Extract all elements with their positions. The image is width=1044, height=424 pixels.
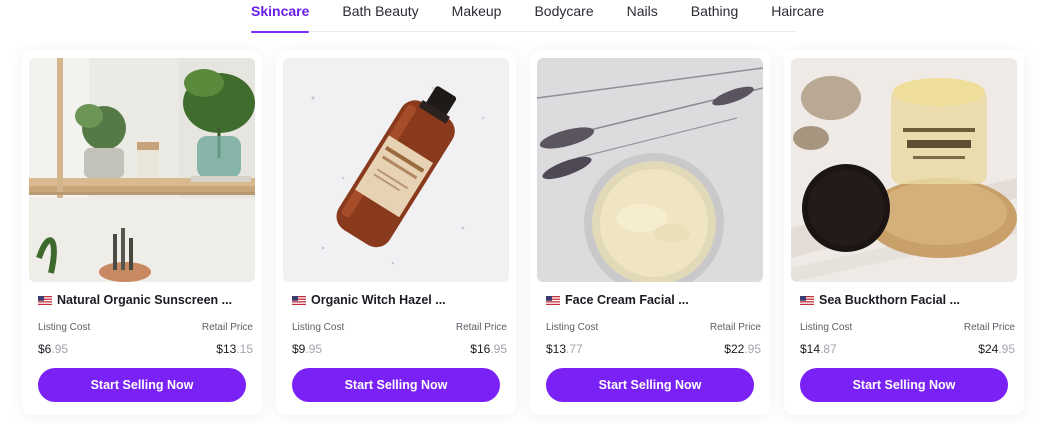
tab-skincare[interactable]: Skincare <box>251 0 310 33</box>
retail-price-dollars: $22 <box>724 342 745 356</box>
amber-bottle-witch-hazel-image <box>283 58 509 282</box>
retail-price-cents: .15 <box>236 342 253 356</box>
product-title-row: Natural Organic Sunscreen ... <box>38 293 252 307</box>
product-title-row: Face Cream Facial ... <box>546 293 760 307</box>
listing-cost-dollars: $13 <box>546 342 567 356</box>
listing-cost-dollars: $9 <box>292 342 306 356</box>
tab-haircare[interactable]: Haircare <box>771 0 824 32</box>
price-values: $14.87 $24.95 <box>800 342 1015 356</box>
listing-cost-value: $14.87 <box>800 342 837 356</box>
product-image[interactable] <box>537 58 763 282</box>
retail-price-dollars: $24 <box>978 342 999 356</box>
tab-makeup[interactable]: Makeup <box>452 0 502 32</box>
listing-cost-label: Listing Cost <box>546 322 599 333</box>
product-title-row: Organic Witch Hazel ... <box>292 293 506 307</box>
product-image[interactable] <box>29 58 255 282</box>
product-image[interactable] <box>283 58 509 282</box>
price-values: $9.95 $16.95 <box>292 342 507 356</box>
price-values: $13.77 $22.95 <box>546 342 761 356</box>
listing-cost-label: Listing Cost <box>292 322 345 333</box>
product-catalog: Skincare Bath Beauty Makeup Bodycare Nai… <box>0 0 1044 424</box>
listing-cost-dollars: $6 <box>38 342 52 356</box>
product-title[interactable]: Natural Organic Sunscreen ... <box>57 293 232 307</box>
tab-nails[interactable]: Nails <box>627 0 658 32</box>
price-labels: Listing Cost Retail Price <box>800 322 1015 333</box>
listing-cost-value: $9.95 <box>292 342 322 356</box>
us-flag-icon <box>800 295 814 305</box>
start-selling-button[interactable]: Start Selling Now <box>800 368 1008 402</box>
retail-price-cents: .95 <box>744 342 761 356</box>
us-flag-icon <box>38 295 52 305</box>
us-flag-icon <box>292 295 306 305</box>
product-card[interactable]: Organic Witch Hazel ... Listing Cost Ret… <box>276 50 516 415</box>
shelf-with-plants-and-sunscreen-image <box>29 58 255 282</box>
start-selling-button[interactable]: Start Selling Now <box>38 368 246 402</box>
product-title[interactable]: Sea Buckthorn Facial ... <box>819 293 960 307</box>
listing-cost-cents: .95 <box>51 342 69 356</box>
retail-price-dollars: $13 <box>216 342 237 356</box>
listing-cost-dollars: $14 <box>800 342 821 356</box>
product-card[interactable]: Sea Buckthorn Facial ... Listing Cost Re… <box>784 50 1024 415</box>
listing-cost-label: Listing Cost <box>800 322 853 333</box>
product-title[interactable]: Organic Witch Hazel ... <box>311 293 446 307</box>
retail-price-dollars: $16 <box>470 342 491 356</box>
retail-price-value: $16.95 <box>470 342 507 356</box>
start-selling-button[interactable]: Start Selling Now <box>546 368 754 402</box>
retail-price-label: Retail Price <box>455 322 507 333</box>
tab-bath-beauty[interactable]: Bath Beauty <box>342 0 418 32</box>
listing-cost-cents: .95 <box>305 342 323 356</box>
price-labels: Listing Cost Retail Price <box>292 322 507 333</box>
retail-price-label: Retail Price <box>709 322 761 333</box>
retail-price-value: $22.95 <box>724 342 761 356</box>
retail-price-label: Retail Price <box>201 322 253 333</box>
product-image[interactable] <box>791 58 1017 282</box>
listing-cost-value: $13.77 <box>546 342 583 356</box>
price-labels: Listing Cost Retail Price <box>546 322 761 333</box>
start-selling-button[interactable]: Start Selling Now <box>292 368 500 402</box>
retail-price-value: $24.95 <box>978 342 1015 356</box>
product-grid: Natural Organic Sunscreen ... Listing Co… <box>22 50 1032 420</box>
listing-cost-cents: .77 <box>566 342 583 356</box>
price-values: $6.95 $13.15 <box>38 342 253 356</box>
listing-cost-label: Listing Cost <box>38 322 91 333</box>
face-cream-jar-with-lavender-image <box>537 58 763 282</box>
price-labels: Listing Cost Retail Price <box>38 322 253 333</box>
sea-buckthorn-jar-on-wood-image <box>791 58 1017 282</box>
product-card[interactable]: Face Cream Facial ... Listing Cost Retai… <box>530 50 770 415</box>
retail-price-cents: .95 <box>998 342 1015 356</box>
retail-price-label: Retail Price <box>963 322 1015 333</box>
tab-bathing[interactable]: Bathing <box>691 0 738 32</box>
retail-price-cents: .95 <box>490 342 507 356</box>
product-title[interactable]: Face Cream Facial ... <box>565 293 689 307</box>
tab-bodycare[interactable]: Bodycare <box>534 0 593 32</box>
category-tabs: Skincare Bath Beauty Makeup Bodycare Nai… <box>251 0 824 33</box>
product-title-row: Sea Buckthorn Facial ... <box>800 293 1014 307</box>
listing-cost-value: $6.95 <box>38 342 68 356</box>
listing-cost-cents: .87 <box>820 342 837 356</box>
us-flag-icon <box>546 295 560 305</box>
product-card[interactable]: Natural Organic Sunscreen ... Listing Co… <box>22 50 262 415</box>
retail-price-value: $13.15 <box>216 342 253 356</box>
